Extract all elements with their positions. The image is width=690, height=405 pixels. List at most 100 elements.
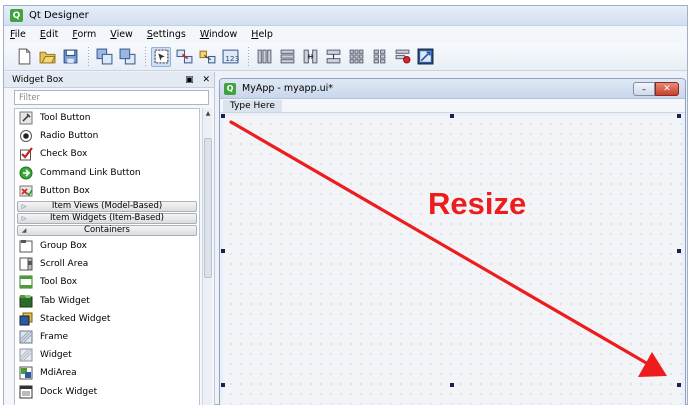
widget-item-group-box[interactable]: Group Box — [15, 237, 199, 255]
edit-signals-icon[interactable] — [174, 47, 194, 67]
widget-item-radio-button[interactable]: Radio Button — [15, 127, 199, 145]
layout-horizontal-icon[interactable] — [254, 47, 274, 67]
widget-item-dock-widget[interactable]: Dock Widget — [15, 382, 199, 400]
qt-logo-icon: Q — [224, 82, 236, 95]
bring-front-icon[interactable] — [117, 47, 137, 67]
send-back-icon[interactable] — [94, 47, 114, 67]
widget-item-widget[interactable]: Widget — [15, 346, 199, 364]
widget-item-label: Command Link Button — [40, 167, 141, 178]
menu-help[interactable]: Help — [249, 29, 275, 40]
float-dock-icon[interactable]: ▣ — [185, 75, 194, 85]
widget-item-label: Dock Widget — [40, 386, 98, 397]
widget-item-label: Tool Box — [40, 277, 78, 288]
resize-handle-top-left[interactable] — [221, 114, 225, 118]
toolbar-separator — [88, 46, 89, 67]
widget-item-frame[interactable]: Frame — [15, 328, 199, 346]
widget-list-scrollbar[interactable]: ▲ — [202, 108, 212, 405]
widget-filter-input[interactable] — [14, 90, 209, 105]
widget-item-stacked-widget[interactable]: Stacked Widget — [15, 310, 199, 328]
group-box-icon — [19, 239, 33, 253]
layout-grid-icon[interactable] — [346, 47, 366, 67]
menu-edit[interactable]: Edit — [38, 29, 60, 40]
scroll-up-arrow-icon[interactable]: ▲ — [204, 110, 212, 118]
toolbar-separator — [248, 46, 249, 67]
edit-tab-order-icon[interactable]: 123 — [220, 47, 240, 67]
menu-form[interactable]: Form — [70, 29, 98, 40]
widget-list: Tool Button Radio Button Check Box Comma… — [14, 108, 200, 405]
widget-item-tool-button[interactable]: Tool Button — [15, 109, 199, 127]
widget-item-label: Check Box — [40, 149, 88, 160]
category-item-views[interactable]: ▷ Item Views (Model-Based) — [17, 200, 197, 212]
form-window: Q MyApp - myapp.ui* – ✕ Type Here — [219, 78, 686, 405]
category-containers[interactable]: ◢ Containers — [17, 224, 197, 236]
scrollbar-thumb[interactable] — [204, 138, 212, 278]
main-menubar: File Edit Form View Settings Window Help — [4, 26, 687, 43]
widget-item-label: Button Box — [40, 185, 90, 196]
resize-handle-left[interactable] — [221, 249, 225, 253]
expanded-arrow-icon: ◢ — [21, 226, 27, 234]
minimize-icon: – — [642, 84, 646, 94]
toolbar-separator — [145, 46, 146, 67]
resize-annotation-text: Resize — [428, 186, 527, 221]
widget-item-label: Group Box — [40, 241, 87, 252]
adjust-size-icon[interactable] — [415, 47, 435, 67]
app-title: Qt Designer — [29, 10, 89, 21]
resize-handle-top-right[interactable] — [677, 114, 681, 118]
form-canvas[interactable] — [221, 114, 682, 404]
minimize-button[interactable]: – — [633, 82, 655, 96]
widget-icon — [19, 348, 33, 362]
widget-item-label: Frame — [40, 331, 69, 342]
resize-handle-bottom[interactable] — [450, 383, 454, 387]
new-file-icon[interactable] — [14, 47, 34, 67]
stacked-widget-icon — [19, 312, 33, 326]
menu-view[interactable]: View — [108, 29, 135, 40]
widget-item-tool-box[interactable]: Tool Box — [15, 273, 199, 291]
close-button[interactable]: ✕ — [655, 82, 679, 96]
scroll-area-icon — [19, 257, 33, 271]
type-here-menu-placeholder[interactable]: Type Here — [223, 99, 282, 112]
menu-settings[interactable]: Settings — [145, 29, 188, 40]
category-item-widgets[interactable]: ▷ Item Widgets (Item-Based) — [17, 212, 197, 224]
break-layout-icon[interactable] — [392, 47, 412, 67]
menu-file[interactable]: File — [8, 29, 28, 40]
edit-widgets-icon[interactable] — [151, 46, 171, 67]
close-icon: ✕ — [663, 84, 671, 94]
save-file-icon[interactable] — [60, 47, 80, 67]
resize-handle-bottom-left[interactable] — [221, 383, 225, 387]
svg-text:123: 123 — [225, 54, 239, 63]
widget-item-command-link-button[interactable]: Command Link Button — [15, 164, 199, 182]
widget-item-check-box[interactable]: Check Box — [15, 145, 199, 163]
edit-buddies-icon[interactable] — [197, 47, 217, 67]
close-dock-icon[interactable]: ✕ — [202, 75, 210, 85]
mdi-area-icon — [19, 366, 33, 380]
widget-item-button-box[interactable]: Button Box — [15, 182, 199, 200]
layout-form-icon[interactable] — [369, 47, 389, 67]
qt-logo-icon: Q — [10, 9, 23, 22]
layout-v-splitter-icon[interactable] — [323, 47, 343, 67]
widget-item-label: Tab Widget — [40, 295, 90, 306]
collapsed-arrow-icon: ▷ — [21, 214, 27, 222]
resize-handle-right[interactable] — [677, 249, 681, 253]
widget-item-label: Scroll Area — [40, 259, 89, 270]
check-box-icon — [19, 147, 33, 161]
resize-handle-bottom-right[interactable] — [677, 383, 681, 387]
resize-handle-top[interactable] — [450, 114, 454, 118]
qt-designer-window: Q Qt Designer File Edit Form View Settin… — [3, 5, 688, 405]
widget-box-header: Widget Box ▣ ✕ — [4, 72, 214, 88]
collapsed-arrow-icon: ▷ — [21, 202, 27, 210]
menu-window[interactable]: Window — [198, 29, 239, 40]
widget-item-label: Tool Button — [40, 113, 91, 124]
open-file-icon[interactable] — [37, 47, 57, 67]
form-window-titlebar[interactable]: Q MyApp - myapp.ui* – ✕ — [220, 79, 685, 99]
layout-vertical-icon[interactable] — [277, 47, 297, 67]
widget-item-mdi-area[interactable]: MdiArea — [15, 364, 199, 382]
widget-item-label: Widget — [40, 350, 72, 361]
form-window-title: MyApp - myapp.ui* — [242, 83, 334, 94]
widget-item-tab-widget[interactable]: Tab Widget — [15, 292, 199, 310]
app-titlebar: Q Qt Designer — [4, 6, 687, 26]
layout-h-splitter-icon[interactable] — [300, 47, 320, 67]
widget-item-label: Stacked Widget — [40, 313, 111, 324]
command-link-icon — [19, 166, 33, 180]
radio-button-icon — [19, 129, 33, 143]
widget-item-scroll-area[interactable]: Scroll Area — [15, 255, 199, 273]
